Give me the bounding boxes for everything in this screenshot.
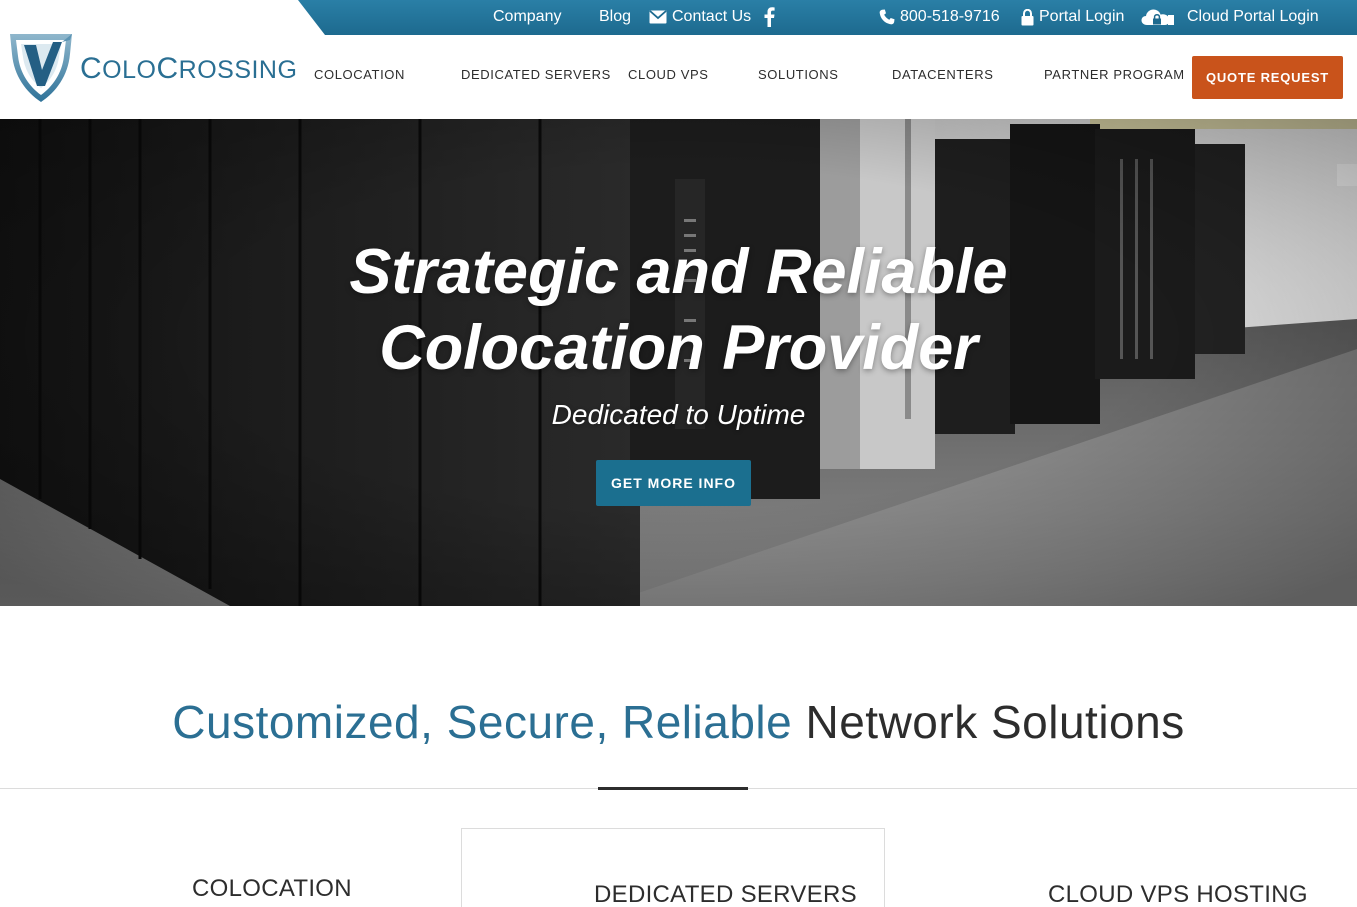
get-more-info-button[interactable]: GET MORE INFO: [596, 460, 751, 506]
topbar-contact-label: Contact Us: [672, 8, 752, 25]
logo-wordmark: COLOCROSSING: [80, 52, 297, 86]
colocrossing-logo[interactable]: COLOCROSSING: [6, 28, 297, 109]
nav-partner-program[interactable]: PARTNER PROGRAM: [1044, 66, 1185, 84]
nav-cloud-vps[interactable]: CLOUD VPS: [628, 66, 709, 84]
nav-dedicated-servers[interactable]: DEDICATED SERVERS: [461, 66, 611, 84]
hero-banner: Strategic and Reliable Colocation Provid…: [0, 119, 1357, 606]
logo-letter-c1: C: [80, 51, 103, 85]
phone-icon: [879, 9, 895, 25]
section-title-dark: Network Solutions: [805, 696, 1185, 748]
logo-word-olo: OLO: [102, 55, 157, 84]
hero-title-line-1: Strategic and Reliable: [349, 237, 1008, 307]
nav-datacenters[interactable]: DATACENTERS: [892, 66, 993, 84]
mail-icon: [649, 10, 667, 24]
topbar-portal-login-label: Portal Login: [1039, 8, 1125, 25]
hero-subtitle: Dedicated to Uptime: [551, 399, 806, 430]
logo-word-rossing: ROSSING: [178, 55, 298, 84]
topbar-cloud-portal-login-label: Cloud Portal Login: [1187, 8, 1319, 25]
service-dedicated-servers[interactable]: DEDICATED SERVERS: [594, 881, 857, 907]
section-title-accent: Customized, Secure, Reliable: [172, 696, 793, 748]
topbar-phone[interactable]: 800-518-9716: [879, 6, 1000, 28]
nav-colocation[interactable]: COLOCATION: [314, 66, 405, 84]
topbar-blog-label: Blog: [599, 8, 632, 25]
section-divider-accent: [598, 787, 748, 790]
nav-solutions[interactable]: SOLUTIONS: [758, 66, 839, 84]
logo-letter-c2: C: [156, 51, 179, 85]
topbar-link-contact[interactable]: Contact Us: [649, 6, 751, 28]
service-colocation[interactable]: COLOCATION: [192, 875, 352, 903]
topbar-link-company[interactable]: Company: [493, 6, 561, 28]
topbar-link-blog[interactable]: Blog: [599, 6, 631, 28]
topbar-company-label: Company: [493, 8, 562, 25]
facebook-icon: [764, 7, 775, 27]
hero-title-line-2: Colocation Provider: [379, 313, 978, 383]
topbar-portal-login[interactable]: Portal Login: [1021, 6, 1124, 28]
cloud-lock-icon: [1141, 8, 1174, 26]
service-cloud-vps-hosting[interactable]: CLOUD VPS HOSTING: [1048, 881, 1308, 907]
topbar-phone-number: 800-518-9716: [900, 8, 1000, 25]
topbar-cloud-portal-login[interactable]: Cloud Portal Login: [1141, 6, 1319, 28]
lock-icon: [1021, 8, 1034, 26]
facebook-link[interactable]: [764, 6, 775, 28]
quote-request-button[interactable]: QUOTE REQUEST: [1192, 56, 1343, 99]
shield-logo-icon: [6, 28, 76, 109]
section-title: Customized, Secure, Reliable Network Sol…: [0, 694, 1357, 750]
